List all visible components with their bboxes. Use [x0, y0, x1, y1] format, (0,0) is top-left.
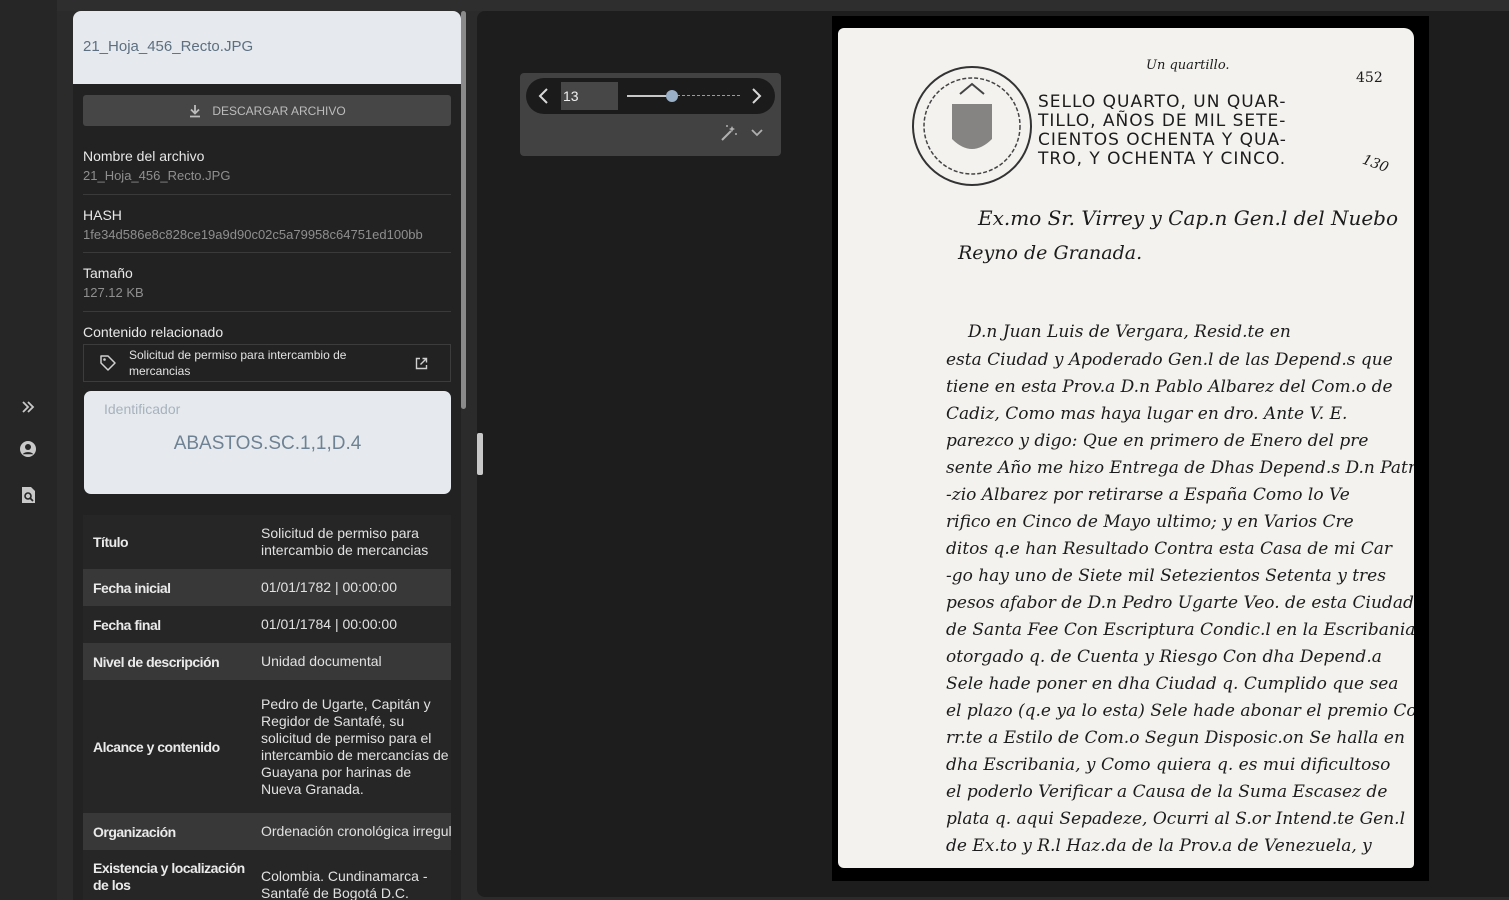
manuscript-line: sente Año me hizo Entrega de Dhas Depend… [946, 458, 1414, 478]
manuscript-line: el plazo (q.e ya lo esta) Sele hade abon… [946, 701, 1414, 721]
identifier-card: Identificador ABASTOS.SC.1,1,D.4 [84, 391, 451, 494]
download-label: DESCARGAR ARCHIVO [212, 103, 346, 118]
open-external-icon[interactable] [415, 357, 428, 370]
table-row: Fecha inicial 01/01/1782 | 00:00:00 [83, 569, 451, 606]
manuscript-line: de Ex.to y R.l Haz.da de la Prov.a de Ve… [946, 836, 1372, 856]
row-key: Organización [93, 823, 176, 840]
manuscript-line: rr.te a Estilo de Com.o Segun Disposic.o… [946, 728, 1405, 748]
row-key: Existencia y localización de los [93, 860, 245, 893]
manuscript-line: el poderlo Verificar a Causa de la Suma … [946, 782, 1388, 802]
stamp-line: TRO, Y OCHENTA Y CINCO. [1038, 149, 1287, 169]
manuscript-line: parezco y digo: Que en primero de Enero … [946, 431, 1369, 451]
row-value: Colombia. Cundinamarca - Santafé de Bogo… [261, 868, 428, 900]
manuscript-line: -go hay uno de Siete mil Setezientos Set… [946, 566, 1386, 586]
row-key: Título [93, 534, 129, 550]
folio-number: 452 [1356, 70, 1383, 86]
row-value: Unidad documental [261, 653, 382, 669]
side-number: 130 [1360, 151, 1391, 177]
manuscript-line: rifico en Cinco de Mayo ultimo; y en Var… [946, 512, 1354, 532]
tag-icon [100, 355, 116, 371]
manuscript-line: Sele hade poner en dha Ciudad q. Cumplid… [946, 674, 1399, 694]
page-nav-pill: 13 [526, 78, 775, 114]
official-seal [912, 66, 1032, 186]
identifier-value: ABASTOS.SC.1,1,D.4 [173, 433, 362, 454]
row-key: Fecha final [93, 616, 161, 633]
magic-wand-icon[interactable] [719, 124, 739, 142]
divider [83, 194, 451, 195]
table-row: Existencia y localización de los Colombi… [83, 850, 451, 900]
manuscript-line: de Santa Fee Con Escriptura Condic.l en … [946, 620, 1414, 640]
divider [83, 311, 451, 312]
row-value: Pedro de Ugarte, Capitán y Regidor de Sa… [261, 695, 449, 797]
manuscript-page: Un quartillo. 452 SELLO QUARTO, UN QUAR-… [838, 28, 1414, 868]
meta-label: Tamaño [83, 265, 133, 281]
previous-page-icon[interactable] [536, 87, 552, 105]
download-icon [190, 104, 201, 117]
meta-filename: Nombre del archivo 21_Hoja_456_Recto.JPG [83, 148, 451, 183]
manuscript-line: esta Ciudad y Apoderado Gen.l de las Dep… [946, 350, 1393, 370]
document-search-icon[interactable] [17, 484, 39, 506]
panel-scrollbar-track[interactable] [461, 11, 467, 409]
left-rail [0, 0, 57, 900]
stamp-line: TILLO, AÑOS DE MIL SETE- [1038, 111, 1287, 131]
meta-value: 21_Hoja_456_Recto.JPG [83, 168, 231, 183]
document-image[interactable]: Un quartillo. 452 SELLO QUARTO, UN QUAR-… [832, 16, 1429, 881]
row-key: Fecha inicial [93, 579, 171, 596]
scrollbar-thumb[interactable] [461, 11, 466, 409]
manuscript-line: plata q. aqui Sepadeze, Ocurri al S.or I… [946, 809, 1406, 829]
manuscript-line: Reyno de Granada. [958, 242, 1143, 264]
meta-hash: HASH 1fe34d586e8c828ce19a9d90c02c5a79958… [83, 207, 451, 242]
page-navigator: 13 [520, 73, 781, 156]
page-number-input[interactable]: 13 [561, 82, 618, 110]
row-value: 01/01/1784 | 00:00:00 [261, 616, 397, 632]
related-label: Contenido relacionado [83, 324, 224, 340]
meta-value: 127.12 KB [83, 285, 144, 300]
meta-label: HASH [83, 207, 122, 223]
stamp-header: Un quartillo. [1146, 58, 1230, 73]
row-key: Alcance y contenido [93, 738, 220, 755]
resize-handle[interactable] [477, 433, 483, 475]
related-section: Contenido relacionado [83, 324, 451, 340]
manuscript-line: Cadiz, Como mas haya lugar en dro. Ante … [946, 404, 1348, 424]
manuscript-line: dha Escribania, y Como quiera q. es mui … [946, 755, 1391, 775]
download-button[interactable]: DESCARGAR ARCHIVO [83, 95, 451, 126]
next-page-icon[interactable] [748, 87, 764, 105]
manuscript-line: Ex.mo Sr. Virrey y Cap.n Gen.l del Nuebo [978, 206, 1399, 230]
stamp-line: SELLO QUARTO, UN QUAR- [1038, 92, 1287, 112]
identifier-label: Identificador [104, 401, 181, 417]
meta-size: Tamaño 127.12 KB [83, 265, 451, 300]
account-icon[interactable] [17, 438, 39, 460]
related-item-link[interactable]: Solicitud de permiso para intercambio de… [83, 344, 451, 382]
row-value: Solicitud de permiso para intercambio de… [261, 525, 429, 558]
row-value: 01/01/1782 | 00:00:00 [261, 579, 397, 595]
meta-label: Nombre del archivo [83, 148, 205, 164]
panel-filename: 21_Hoja_456_Recto.JPG [83, 38, 254, 55]
manuscript-line: D.n Juan Luis de Vergara, Resid.te en [968, 322, 1291, 342]
manuscript-line: -zio Albarez por retirarse a España Como… [946, 485, 1350, 505]
table-row: Organización Ordenación cronológica irre… [83, 813, 451, 850]
top-bar [57, 0, 1509, 11]
table-row: Título Solicitud de permiso para interca… [83, 515, 451, 569]
chevron-down-icon[interactable] [750, 128, 764, 138]
table-row: Alcance y contenido Pedro de Ugarte, Cap… [83, 680, 451, 813]
metadata-table: Título Solicitud de permiso para interca… [83, 515, 451, 900]
related-item-label: Solicitud de permiso para intercambio de… [129, 348, 347, 378]
row-value: Ordenación cronológica irregular [261, 823, 451, 839]
file-details-panel: 21_Hoja_456_Recto.JPG DESCARGAR ARCHIVO … [73, 11, 461, 900]
manuscript-line: otorgado q. de Cuenta y Riesgo Con dha D… [946, 647, 1382, 667]
expand-panel-icon[interactable] [17, 396, 39, 418]
row-key: Nivel de descripción [93, 653, 220, 670]
page-slider-thumb[interactable] [666, 90, 679, 102]
meta-value: 1fe34d586e8c828ce19a9d90c02c5a79958c6475… [83, 227, 423, 242]
manuscript-line: tiene en esta Prov.a D.n Pablo Albarez d… [946, 377, 1393, 397]
table-row: Fecha final 01/01/1784 | 00:00:00 [83, 606, 451, 643]
manuscript-line: pesos afabor de D.n Pedro Ugarte Veo. de… [946, 593, 1414, 613]
stamp-line: CIENTOS OCHENTA Y QUA- [1038, 130, 1287, 150]
panel-header: 21_Hoja_456_Recto.JPG [73, 11, 461, 84]
table-row: Nivel de descripción Unidad documental [83, 643, 451, 680]
divider [83, 252, 451, 253]
manuscript-line: ditos q.e han Resultado Contra esta Casa… [946, 539, 1392, 559]
